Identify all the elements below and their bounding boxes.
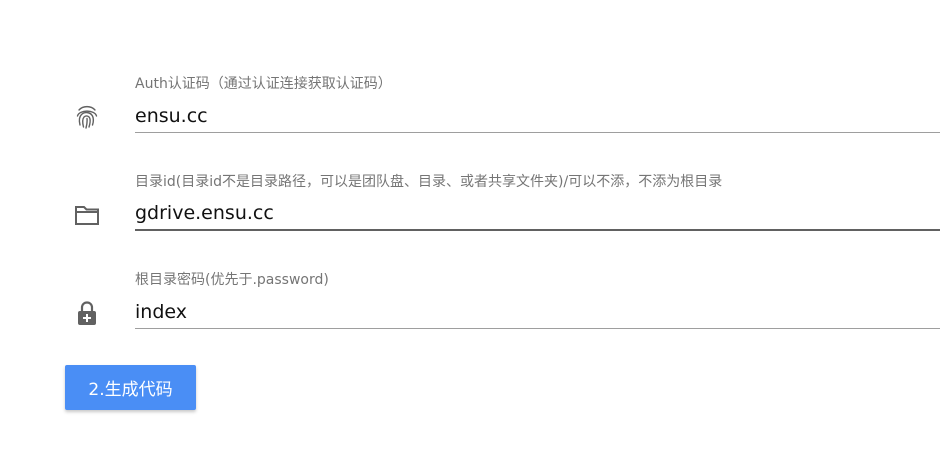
config-form: Auth认证码（通过认证连接获取认证码） 目录id(目录id不是目录路径，可以是…: [0, 0, 940, 468]
auth-code-label: Auth认证码（通过认证连接获取认证码）: [135, 76, 392, 92]
directory-id-label: 目录id(目录id不是目录路径，可以是团队盘、目录、或者共享文件夹)/可以不添，…: [135, 174, 723, 190]
root-password-input[interactable]: [135, 295, 940, 329]
auth-code-input[interactable]: [135, 99, 940, 133]
fingerprint-icon: [74, 104, 100, 130]
root-password-label: 根目录密码(优先于.password): [135, 272, 329, 288]
folder-icon: [74, 202, 100, 228]
lock-add-icon: [74, 300, 100, 326]
generate-code-button[interactable]: 2.生成代码: [65, 365, 196, 410]
directory-id-input[interactable]: [135, 197, 940, 231]
